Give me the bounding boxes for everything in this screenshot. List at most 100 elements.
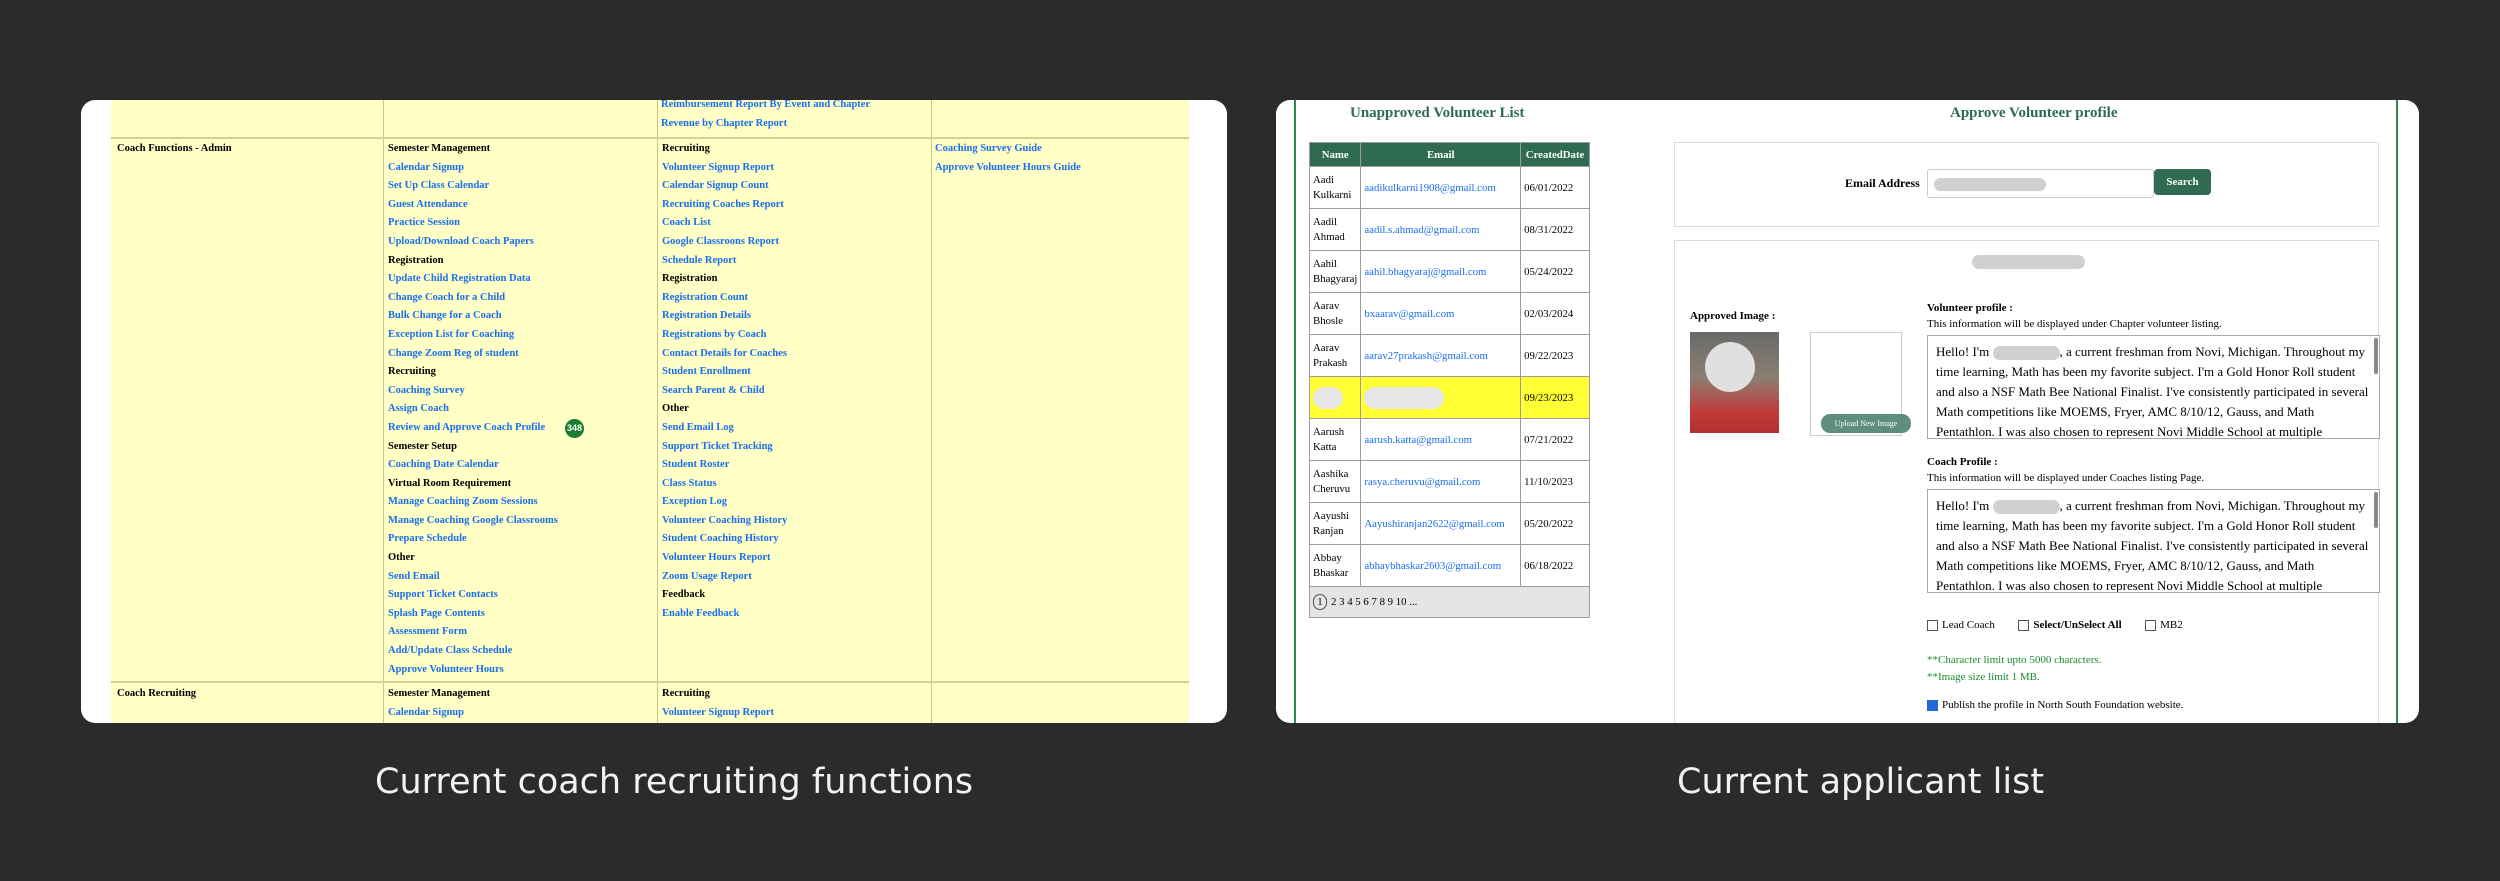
menu-link[interactable]: Google Classroons Report bbox=[662, 233, 787, 252]
menu-link[interactable]: Registrations by Coach bbox=[662, 326, 787, 345]
table-row[interactable]: Aadil Ahmad aadil.s.ahmad@gmail.com 08/31/… bbox=[1308, 208, 1590, 251]
menu-link[interactable]: Manage Coaching Google Classrooms bbox=[388, 512, 654, 531]
table-row[interactable]: Aadi Kulkarni aadikulkarni1908@gmail.com 0… bbox=[1308, 166, 1590, 209]
link-revenue-report[interactable]: Revenue by Chapter Report bbox=[661, 115, 870, 134]
menu-label: Contact Details for Coaches bbox=[662, 347, 787, 359]
row-divider bbox=[111, 137, 1189, 139]
cell-email[interactable]: Aayushiranjan2622@gmail.com bbox=[1360, 502, 1522, 545]
menu-link[interactable]: Class Status bbox=[662, 475, 787, 494]
link-reimbursement-report[interactable]: Reimbursement Report By Event and Chapte… bbox=[661, 100, 870, 115]
menu-link[interactable]: Registration Details bbox=[662, 307, 787, 326]
coach-profile-textarea[interactable]: Hello! I'm , a current freshman from Nov… bbox=[1927, 489, 2380, 593]
table-row[interactable]: Abbay Bhaskar abhaybhaskar2603@gmail.com 0… bbox=[1308, 544, 1590, 587]
search-button[interactable]: Search bbox=[2154, 169, 2211, 195]
page-links[interactable]: 2 3 4 5 6 7 8 9 10 ... bbox=[1331, 596, 1417, 608]
menu-heading: Virtual Room Requirement bbox=[388, 475, 654, 494]
top-partial-links: Reimbursement Report By Event and Chapte… bbox=[661, 100, 870, 133]
menu-link[interactable]: Change Coach for a Child bbox=[388, 289, 654, 308]
cell-email[interactable]: rasya.cheruvu@gmail.com bbox=[1360, 460, 1522, 503]
cell-email[interactable]: aadikulkarni1908@gmail.com bbox=[1360, 166, 1522, 209]
menu-link[interactable]: Approve Volunteer Hours bbox=[388, 661, 654, 680]
menu-link[interactable]: Student Enrollment bbox=[662, 363, 787, 382]
menu-link[interactable]: Calendar Signup bbox=[388, 159, 654, 178]
scrollbar[interactable] bbox=[2374, 338, 2378, 374]
menu-link[interactable]: Coaching Survey Guide bbox=[935, 140, 1081, 159]
menu-link[interactable]: Exception List for Coaching bbox=[388, 326, 654, 345]
menu-link[interactable]: Schedule Report bbox=[662, 252, 787, 271]
mb2-checkbox[interactable] bbox=[2145, 619, 2157, 631]
cell-email[interactable]: aahil.bhagyaraj@gmail.com bbox=[1360, 250, 1522, 293]
table-row[interactable]: Aarav Bhosle bxaarav@gmail.com 02/03/2024 bbox=[1308, 292, 1590, 335]
menu-link[interactable]: Student Roster bbox=[662, 456, 787, 475]
menu-link[interactable]: Manage Coaching Zoom Sessions bbox=[388, 493, 654, 512]
publish-checkbox[interactable] bbox=[1927, 699, 1938, 711]
menu-link[interactable]: Search Parent & Child bbox=[662, 382, 787, 401]
menu-link[interactable]: Upload/Download Coach Papers bbox=[388, 233, 654, 252]
table-row[interactable]: Aayushi Ranjan Aayushiranjan2622@gmail.co… bbox=[1308, 502, 1590, 545]
col-divider bbox=[657, 100, 658, 723]
volunteer-approval-panel: Unapproved Volunteer List Approve Volunt… bbox=[1276, 100, 2419, 723]
cell-email[interactable]: aarav27prakash@gmail.com bbox=[1360, 334, 1522, 377]
menu-link[interactable]: Assessment Form bbox=[388, 623, 654, 642]
cell-email[interactable] bbox=[1360, 376, 1522, 419]
menu-link[interactable]: Send Email Log bbox=[662, 419, 787, 438]
menu-link[interactable]: Exception Log bbox=[662, 493, 787, 512]
coach-recruiting-col2: Semester Management Calendar Signup bbox=[388, 685, 490, 722]
volunteer-profile-textarea[interactable]: Hello! I'm , a current freshman from Nov… bbox=[1927, 335, 2380, 439]
menu-link[interactable]: Practice Session bbox=[388, 214, 654, 233]
lead-coach-checkbox[interactable] bbox=[1927, 619, 1938, 631]
menu-link[interactable]: Student Coaching History bbox=[662, 530, 787, 549]
menu-link[interactable]: Enable Feedback bbox=[662, 605, 787, 624]
menu-link[interactable]: Volunteer Hours Report bbox=[662, 549, 787, 568]
menu-link[interactable]: Review and Approve Coach Profile 348 bbox=[388, 418, 654, 438]
menu-label: Registration bbox=[662, 273, 718, 285]
menu-link[interactable]: Assign Coach bbox=[388, 400, 654, 419]
table-row[interactable]: 09/23/2023 bbox=[1308, 376, 1590, 419]
menu-link[interactable]: Change Zoom Reg of student bbox=[388, 345, 654, 364]
menu-label: Add/Update Class Schedule bbox=[388, 645, 513, 657]
menu-link[interactable]: Coach List bbox=[662, 214, 787, 233]
cell-email[interactable]: bxaarav@gmail.com bbox=[1360, 292, 1522, 335]
menu-link[interactable]: Calendar Signup Count bbox=[662, 177, 787, 196]
cell-email[interactable]: abhaybhaskar2603@gmail.com bbox=[1360, 544, 1522, 587]
cell-created-date: 05/20/2022 bbox=[1520, 502, 1590, 545]
menu-link[interactable]: Volunteer Coaching History bbox=[662, 512, 787, 531]
menu-link[interactable]: Coaching Date Calendar bbox=[388, 456, 654, 475]
table-row[interactable]: Aarush Katta aarush.katta@gmail.com 07/21/… bbox=[1308, 418, 1590, 461]
menu-link[interactable]: Bulk Change for a Coach bbox=[388, 307, 654, 326]
link-calendar-signup[interactable]: Calendar Signup bbox=[388, 704, 490, 723]
menu-link[interactable]: Support Ticket Contacts bbox=[388, 586, 654, 605]
menu-link[interactable]: Splash Page Contents bbox=[388, 605, 654, 624]
menu-link[interactable]: Send Email bbox=[388, 568, 654, 587]
menu-link[interactable]: Volunteer Signup Report bbox=[662, 159, 787, 178]
menu-link[interactable]: Coaching Survey bbox=[388, 382, 654, 401]
link-volunteer-signup-report[interactable]: Volunteer Signup Report bbox=[662, 704, 774, 723]
menu-link[interactable]: Guest Attendance bbox=[388, 196, 654, 215]
menu-link[interactable]: Zoom Usage Report bbox=[662, 568, 787, 587]
menu-link[interactable]: Prepare Schedule bbox=[388, 530, 654, 549]
menu-link[interactable]: Set Up Class Calendar bbox=[388, 177, 654, 196]
select-all-checkbox[interactable] bbox=[2018, 619, 2030, 631]
menu-heading: Feedback bbox=[662, 586, 787, 605]
scrollbar[interactable] bbox=[2374, 492, 2378, 528]
menu-link[interactable]: Recruiting Coaches Report bbox=[662, 196, 787, 215]
menu-link[interactable]: Add/Update Class Schedule bbox=[388, 642, 654, 661]
approved-image bbox=[1690, 332, 1779, 433]
menu-link[interactable]: Registration Count bbox=[662, 289, 787, 308]
cell-created-date: 06/18/2022 bbox=[1520, 544, 1590, 587]
email-input[interactable] bbox=[1927, 169, 2154, 198]
menu-label: Registration Count bbox=[662, 291, 749, 303]
menu-link[interactable]: Update Child Registration Data bbox=[388, 270, 654, 289]
table-row[interactable]: Aarav Prakash aarav27prakash@gmail.com 09/… bbox=[1308, 334, 1590, 377]
cell-name: Aahil Bhagyaraj bbox=[1308, 250, 1362, 293]
cell-email[interactable]: aadil.s.ahmad@gmail.com bbox=[1360, 208, 1522, 251]
menu-link[interactable]: Support Ticket Tracking bbox=[662, 438, 787, 457]
current-page[interactable]: 1 bbox=[1313, 594, 1327, 610]
upload-new-image-button[interactable]: Upload New Image bbox=[1821, 414, 1911, 433]
cell-email[interactable]: aarush.katta@gmail.com bbox=[1360, 418, 1522, 461]
menu-link[interactable]: Approve Volunteer Hours Guide bbox=[935, 159, 1081, 178]
menu-link[interactable]: Contact Details for Coaches bbox=[662, 345, 787, 364]
table-row[interactable]: Aahil Bhagyaraj aahil.bhagyaraj@gmail.com… bbox=[1308, 250, 1590, 293]
table-row[interactable]: Aashika Cheruvu rasya.cheruvu@gmail.com 11… bbox=[1308, 460, 1590, 503]
cell-name: Aarush Katta bbox=[1308, 418, 1362, 461]
